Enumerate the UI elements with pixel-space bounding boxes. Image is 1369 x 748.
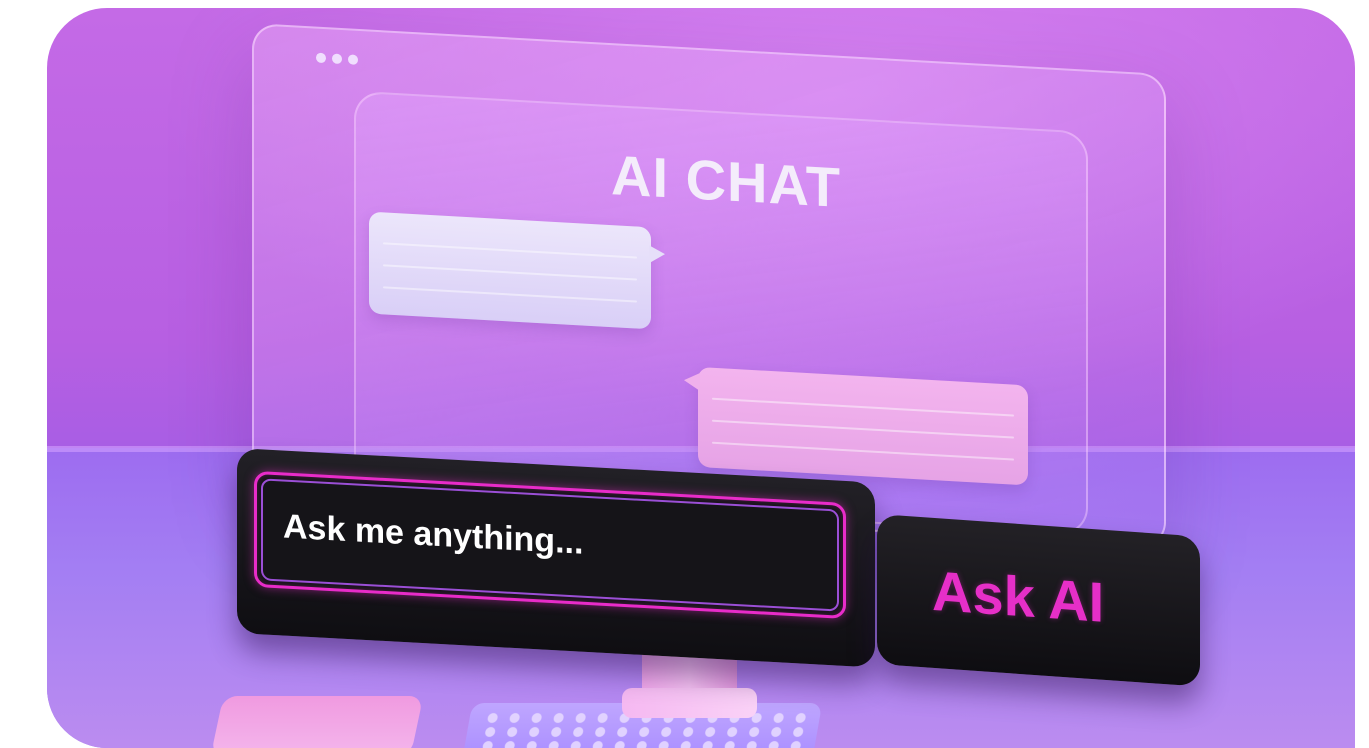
ask-ai-label: Ask AI — [932, 558, 1105, 634]
chat-bubble-ai — [698, 366, 1028, 486]
window-dot-icon — [348, 54, 358, 65]
chat-bubble-user — [369, 211, 651, 330]
monitor-stand-base — [622, 688, 757, 718]
bubble-line — [383, 264, 637, 281]
bubble-line — [383, 286, 637, 303]
search-bar: Ask me anything... — [237, 448, 875, 668]
window-dot-icon — [316, 52, 326, 64]
window-dot-icon — [332, 53, 342, 65]
ask-ai-button[interactable]: Ask AI — [877, 514, 1200, 687]
bubble-line — [712, 397, 1014, 417]
bubble-line — [383, 242, 637, 259]
search-input[interactable]: Ask me anything... — [254, 470, 846, 619]
mousepad — [210, 696, 424, 748]
window-dots — [316, 52, 358, 65]
bubble-line — [712, 441, 1014, 461]
bubble-line — [712, 419, 1014, 439]
hero-card: AI CHAT Ask me anything... Ask AI — [47, 8, 1355, 748]
chat-title: AI CHAT — [611, 143, 841, 219]
